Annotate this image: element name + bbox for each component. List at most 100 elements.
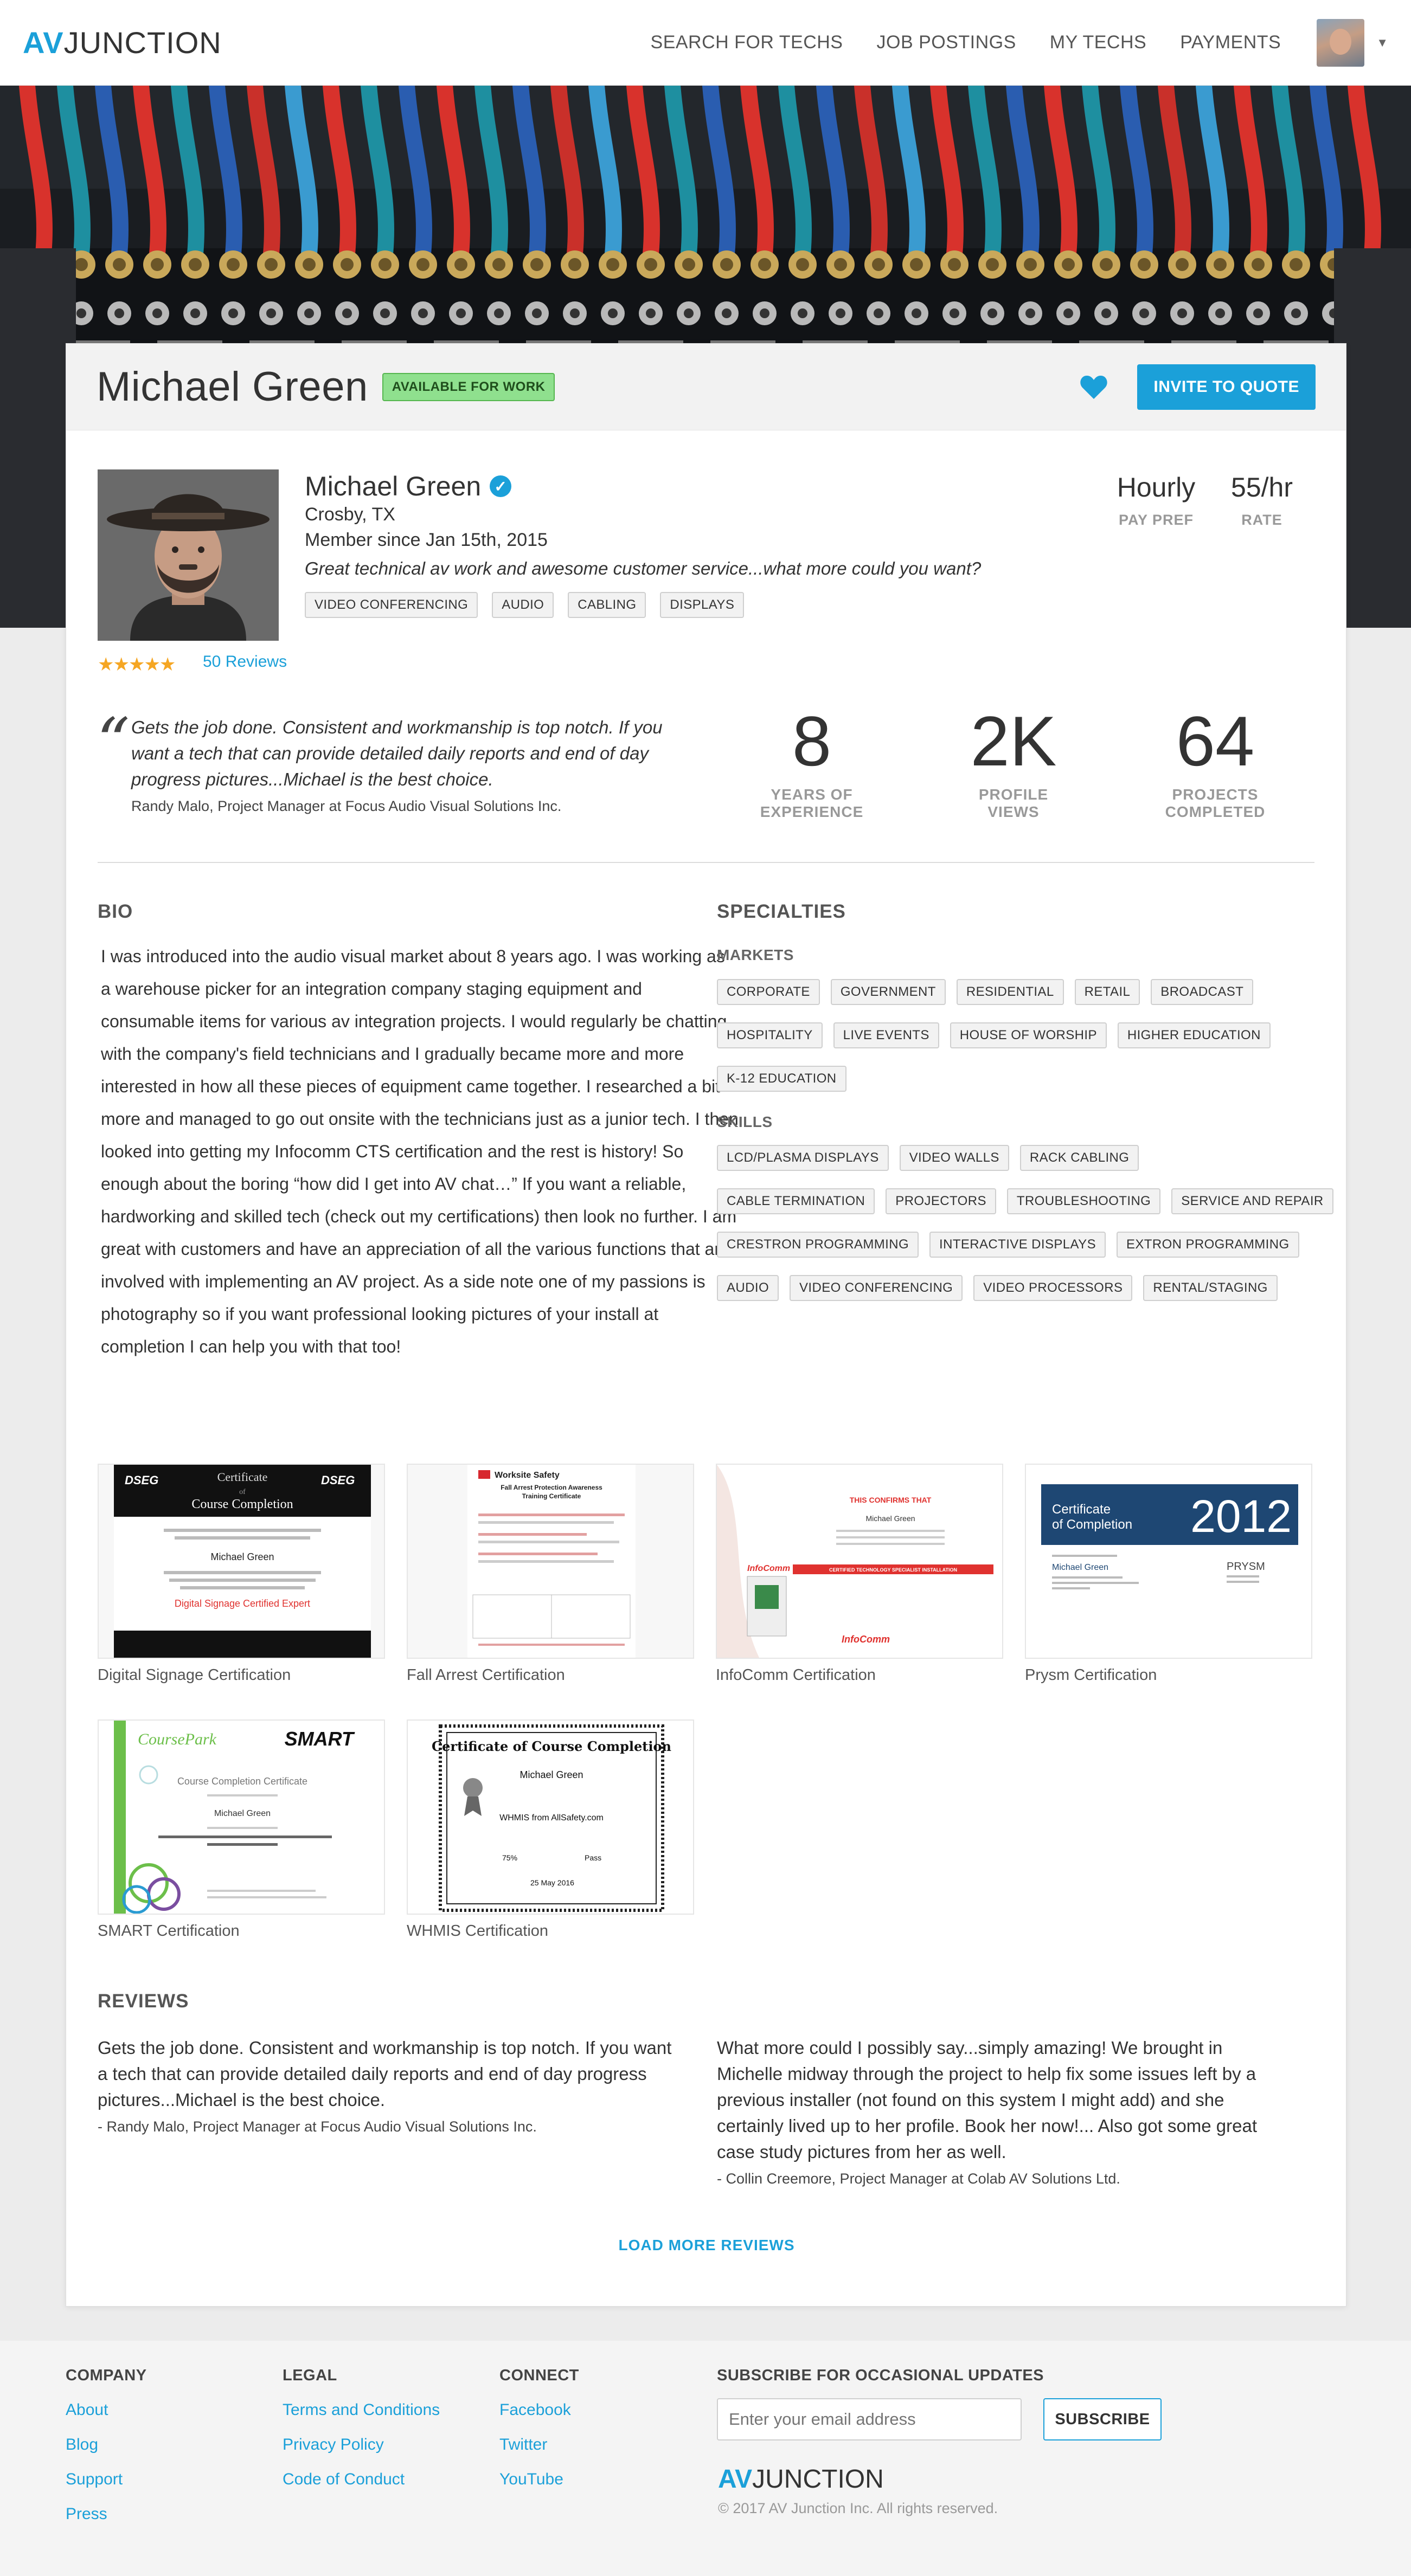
footer-logo[interactable]: AVJUNCTION — [718, 2464, 884, 2494]
rate-value: 55/hr — [1231, 472, 1293, 503]
copyright: © 2017 AV Junction Inc. All rights reser… — [718, 2500, 998, 2516]
rate: 55/hr RATE — [1221, 472, 1303, 529]
footer-link-youtube[interactable]: YouTube — [499, 2470, 579, 2489]
profile-tag: CABLING — [568, 592, 646, 618]
cert-brand: Worksite Safety — [495, 1471, 560, 1480]
skills-row: CABLE TERMINATION PROJECTORS TROUBLESHOO… — [717, 1188, 1333, 1214]
cert-grade: Pass — [585, 1853, 601, 1862]
profile-name: Michael Green — [305, 471, 482, 501]
footer-link-privacy[interactable]: Privacy Policy — [283, 2436, 440, 2454]
bio-title: BIO — [98, 901, 133, 922]
review-text: What more could I possibly say...simply … — [717, 2038, 1258, 2162]
user-avatar[interactable] — [1317, 18, 1365, 67]
star-icon: ★★★★★ — [98, 654, 176, 675]
nav-search-for-techs[interactable]: SEARCH FOR TECHS — [651, 32, 843, 53]
stat-label: PROFILE — [978, 786, 1049, 803]
cert-course: WHMIS from AllSafety.com — [499, 1813, 604, 1822]
quote-icon: “ — [97, 705, 130, 780]
cert-title: THIS CONFIRMS THAT — [850, 1496, 932, 1504]
footer-link-terms[interactable]: Terms and Conditions — [283, 2401, 440, 2419]
certification-caption: Digital Signage Certification — [98, 1666, 291, 1684]
skill-tag: PROJECTORS — [886, 1188, 996, 1214]
specialties-title: SPECIALTIES — [717, 901, 846, 922]
stat-label: COMPLETED — [1165, 803, 1266, 820]
markets-title: MARKETS — [717, 946, 794, 963]
profile-tagline: Great technical av work and awesome cust… — [305, 558, 982, 578]
cert-brand: InfoComm — [842, 1634, 890, 1645]
skill-tag: LCD/PLASMA DISPLAYS — [717, 1145, 889, 1171]
cert-title: Training Certificate — [522, 1492, 581, 1500]
footer-legal-title: LEGAL — [283, 2367, 337, 2384]
footer-subscribe-title: SUBSCRIBE FOR OCCASIONAL UPDATES — [717, 2367, 1044, 2384]
cert-name: Michael Green — [519, 1769, 583, 1780]
stat-value: 8 — [792, 701, 832, 781]
cert-award: CERTIFIED TECHNOLOGY SPECIALIST INSTALLA… — [829, 1567, 957, 1573]
stat-projects-completed: 64 PROJECTS COMPLETED — [1145, 706, 1286, 821]
certificate-thumbnail[interactable]: THIS CONFIRMS THAT Michael Green CERTIFI… — [716, 1464, 1003, 1659]
load-more-reviews-button[interactable]: LOAD MORE REVIEWS — [66, 2237, 1347, 2254]
profile-name-row: Michael Green ✓ — [305, 471, 512, 502]
certificate-thumbnail[interactable]: Certificate of Course Completion Michael… — [407, 1720, 694, 1915]
cert-award: Digital Signage Certified Expert — [175, 1598, 310, 1609]
cert-title: Certificate — [217, 1470, 268, 1484]
nav-links: SEARCH FOR TECHS JOB POSTINGS MY TECHS P… — [651, 18, 1388, 67]
skill-tag: VIDEO PROCESSORS — [973, 1275, 1133, 1301]
cert-title: Fall Arrest Protection Awareness — [501, 1484, 602, 1491]
nav-job-postings[interactable]: JOB POSTINGS — [877, 32, 1016, 53]
nav-payments[interactable]: PAYMENTS — [1180, 32, 1281, 53]
cert-title: Certificate of Course Completion — [432, 1738, 671, 1754]
footer-link-press[interactable]: Press — [66, 2505, 147, 2523]
review-author: - Randy Malo, Project Manager at Focus A… — [98, 2118, 537, 2135]
heart-icon[interactable] — [1080, 374, 1108, 400]
profile-tag: DISPLAYS — [660, 592, 745, 618]
certification-card[interactable]: CoursePark SMART Course Completion Certi… — [98, 1720, 385, 1940]
market-tag: BROADCAST — [1151, 979, 1254, 1005]
profile-member-since: Member since Jan 15th, 2015 — [305, 530, 548, 550]
footer-company-title: COMPANY — [66, 2367, 147, 2384]
certificate-thumbnail[interactable]: Certificate of Completion 2012 Michael G… — [1025, 1464, 1312, 1659]
certification-card[interactable]: DSEG DSEG Certificate of Course Completi… — [98, 1464, 385, 1684]
cert-name: Michael Green — [1052, 1563, 1108, 1572]
certification-card[interactable]: Worksite Safety Fall Arrest Protection A… — [407, 1464, 694, 1684]
markets-row: CORPORATE GOVERNMENT RESIDENTIAL RETAIL … — [717, 979, 1254, 1005]
footer-link-code-of-conduct[interactable]: Code of Conduct — [283, 2470, 440, 2489]
nav-my-techs[interactable]: MY TECHS — [1050, 32, 1146, 53]
logo[interactable]: AVJUNCTION — [23, 25, 222, 60]
chevron-down-icon[interactable]: ▼ — [1376, 36, 1388, 50]
stat-years-experience: 8 YEARS OF EXPERIENCE — [741, 706, 882, 821]
stat-value: 2K — [970, 701, 1057, 781]
pay-preference-label: PAY PREF — [1118, 512, 1194, 528]
certificate-thumbnail[interactable]: CoursePark SMART Course Completion Certi… — [98, 1720, 385, 1915]
pay-preference-value: Hourly — [1117, 472, 1196, 503]
certificate-thumbnail[interactable]: DSEG DSEG Certificate of Course Completi… — [98, 1464, 385, 1659]
footer-logo-accent: AV — [718, 2465, 753, 2494]
email-field[interactable] — [717, 2398, 1022, 2440]
reviews-count-link[interactable]: 50 Reviews — [203, 653, 287, 671]
markets-row: K-12 EDUCATION — [717, 1066, 846, 1092]
footer-legal: LEGAL Terms and Conditions Privacy Polic… — [283, 2367, 440, 2505]
certificate-thumbnail[interactable]: Worksite Safety Fall Arrest Protection A… — [407, 1464, 694, 1659]
stat-profile-views: 2K PROFILE VIEWS — [943, 706, 1084, 821]
skill-tag: CRESTRON PROGRAMMING — [717, 1232, 919, 1258]
footer-link-facebook[interactable]: Facebook — [499, 2401, 579, 2419]
footer-link-twitter[interactable]: Twitter — [499, 2436, 579, 2454]
market-tag: RETAIL — [1074, 979, 1140, 1005]
footer-link-blog[interactable]: Blog — [66, 2436, 147, 2454]
profile-header: Michael Green AVAILABLE FOR WORK INVITE … — [66, 344, 1346, 430]
invite-to-quote-button[interactable]: INVITE TO QUOTE — [1137, 364, 1316, 410]
skill-tag: VIDEO WALLS — [899, 1145, 1009, 1171]
certification-card[interactable]: Certificate of Course Completion Michael… — [407, 1720, 694, 1940]
skills-row: AUDIO VIDEO CONFERENCING VIDEO PROCESSOR… — [717, 1275, 1278, 1301]
subscribe-button[interactable]: SUBSCRIBE — [1043, 2398, 1162, 2440]
cert-name: Michael Green — [214, 1809, 271, 1818]
footer — [0, 2341, 1411, 2576]
skill-tag: VIDEO CONFERENCING — [790, 1275, 963, 1301]
skills-row: LCD/PLASMA DISPLAYS VIDEO WALLS RACK CAB… — [717, 1145, 1139, 1171]
certification-card[interactable]: THIS CONFIRMS THAT Michael Green CERTIFI… — [716, 1464, 1003, 1684]
certification-caption: InfoComm Certification — [716, 1666, 876, 1684]
footer-link-about[interactable]: About — [66, 2401, 147, 2419]
footer-subscribe: SUBSCRIBE FOR OCCASIONAL UPDATES — [717, 2367, 1044, 2401]
footer-link-support[interactable]: Support — [66, 2470, 147, 2489]
cert-title: Course Completion — [191, 1497, 293, 1511]
certification-card[interactable]: Certificate of Completion 2012 Michael G… — [1025, 1464, 1312, 1684]
